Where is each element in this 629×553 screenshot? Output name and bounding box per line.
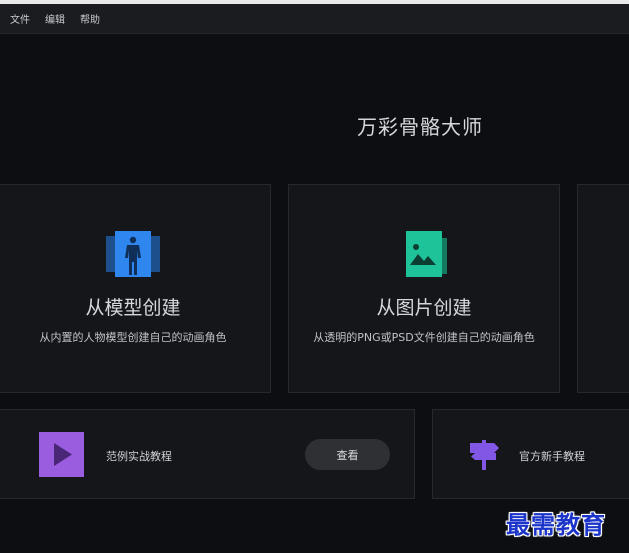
card-subtitle: 从内置的人物模型创建自己的动画角色	[39, 331, 227, 344]
menu-file[interactable]: 文件	[10, 11, 30, 26]
menu-bar: 文件 编辑 帮助	[0, 4, 629, 34]
app-title: 万彩骨骼大师	[357, 115, 483, 139]
card-subtitle: 从透明的PNG或PSD文件创建自己的动画角色	[313, 331, 535, 344]
create-from-model-card[interactable]: 从模型创建 从内置的人物模型创建自己的动画角色	[0, 184, 271, 393]
signpost-icon	[468, 438, 500, 470]
view-button[interactable]: 查看	[305, 439, 390, 470]
examples-tutorial-card[interactable]: 范例实战教程 查看	[0, 409, 415, 499]
beginner-tutorial-label: 官方新手教程	[519, 450, 585, 463]
menu-edit[interactable]: 编辑	[45, 11, 65, 26]
card-title: 从模型创建	[85, 297, 181, 319]
examples-tutorial-label: 范例实战教程	[106, 450, 172, 463]
beginner-tutorial-card[interactable]: 官方新手教程	[432, 409, 629, 499]
watermark: 最需教育	[506, 510, 606, 539]
human-figure-icon	[106, 231, 160, 277]
menu-help[interactable]: 帮助	[80, 11, 100, 26]
create-from-image-card[interactable]: 从图片创建 从透明的PNG或PSD文件创建自己的动画角色	[288, 184, 560, 393]
play-icon	[39, 432, 84, 477]
card-title: 从图片创建	[376, 297, 472, 319]
image-icon	[397, 231, 451, 277]
more-card[interactable]	[577, 184, 629, 393]
